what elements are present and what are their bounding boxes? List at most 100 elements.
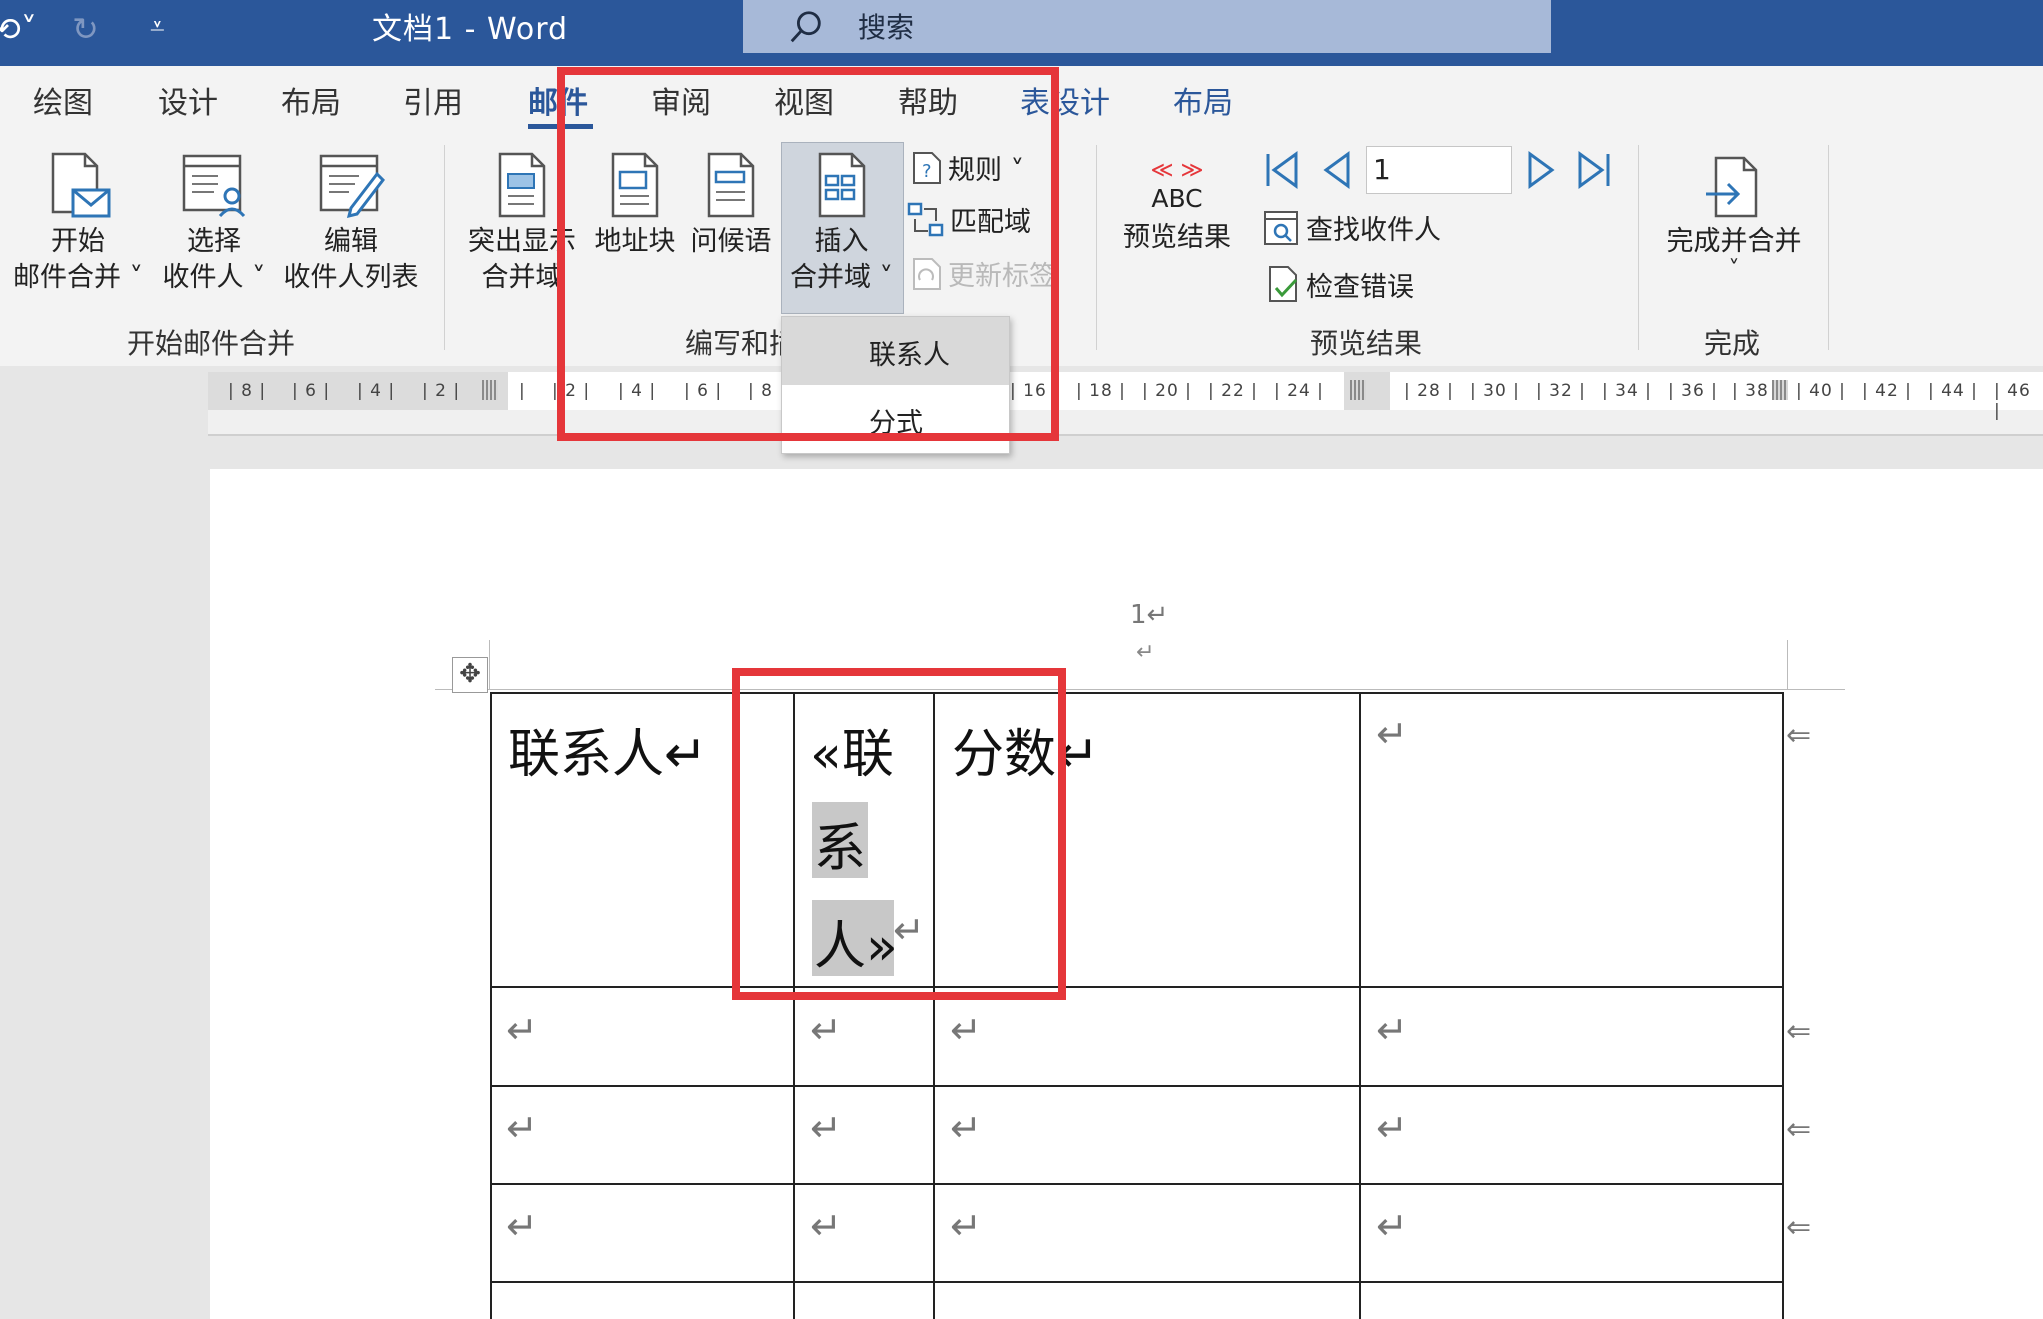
previous-record-icon[interactable] [1318, 150, 1354, 190]
cell-return-mark: ↵ [950, 1106, 982, 1150]
cell-return-mark: ↵ [506, 1204, 538, 1248]
document-page[interactable] [210, 469, 2043, 1319]
table-border [1782, 692, 1784, 1319]
select-recipients-icon [182, 154, 246, 218]
cell-return-mark: ↵ [1376, 1008, 1408, 1052]
row-end-mark: ⇐ [1786, 718, 1812, 753]
window-title: 文档1 - Word [372, 12, 569, 47]
ruler-label: | 42 | [1862, 381, 1912, 401]
ruler-label: | 20 | [1142, 381, 1192, 401]
last-record-icon[interactable] [1574, 150, 1614, 190]
finish-merge-dropdown-icon: ˅ [1728, 257, 1740, 282]
highlight-box-ribbon [557, 67, 1059, 441]
preview-results-group-label: 预览结果 [1310, 327, 1423, 360]
ruler-label: | 40 | [1796, 381, 1846, 401]
first-record-icon[interactable] [1262, 150, 1302, 190]
header-separator [435, 689, 1845, 690]
tab-draw[interactable]: 绘图 [33, 78, 93, 122]
edit-recipient-list-button[interactable]: 编辑 收件人列表 [276, 150, 426, 296]
mail-merge-document-icon [51, 152, 111, 218]
check-errors-icon [1269, 266, 1298, 302]
table-border [490, 1183, 1784, 1185]
preview-results-label: 预览结果 [1123, 222, 1231, 253]
group-separator [444, 145, 445, 350]
edit-recipient-list-label-2: 收件人列表 [283, 262, 419, 293]
ruler-label: | 36 | [1668, 381, 1718, 401]
cell-return-mark: ↵ [506, 1106, 538, 1150]
ruler-label: | 22 | [1208, 381, 1258, 401]
cell-return-mark: ↵ [1376, 712, 1408, 756]
search-box[interactable]: 搜索 [743, 0, 1551, 53]
header-page-number: 1↵ [1130, 600, 1169, 630]
ruler-label: | 24 | [1274, 381, 1324, 401]
tab-references[interactable]: 引用 [403, 78, 463, 122]
group-separator [1828, 145, 1829, 350]
ruler-column-marker[interactable] [1350, 380, 1366, 400]
header-corner-mark [1787, 640, 1788, 690]
tab-layout[interactable]: 布局 [281, 78, 341, 122]
ruler-label: | 8 | [228, 381, 267, 401]
table-move-handle-icon[interactable]: ✥ [452, 657, 488, 693]
start-mail-merge-label-2: 邮件合并 ˅ [12, 262, 144, 293]
preview-results-button[interactable]: ≪ ≫ ABC 预览结果 [1116, 158, 1238, 256]
table-border [490, 986, 1784, 988]
ruler-label: | 4 | [357, 381, 396, 401]
customize-quick-access-icon[interactable]: ⩡ [150, 12, 165, 43]
table-border [490, 1085, 1784, 1087]
ruler-label: | 28 | [1404, 381, 1454, 401]
ruler-column-marker[interactable] [1772, 380, 1788, 400]
cell-return-mark: ↵ [950, 1204, 982, 1248]
start-mail-merge-button[interactable]: 开始 邮件合并 ˅ [4, 150, 152, 296]
finish-group-label: 完成 [1704, 327, 1761, 360]
redo-icon[interactable]: ↻ [72, 10, 99, 48]
cell-return-mark: ↵ [1376, 1106, 1408, 1150]
cell-return-mark: ↵ [810, 1008, 842, 1052]
undo-icon[interactable]: ⟲˅ [0, 10, 37, 48]
finish-and-merge-button[interactable]: 完成并合并 ˅ [1652, 150, 1816, 282]
table-border [490, 1281, 1784, 1283]
group-separator [1638, 145, 1639, 350]
search-placeholder: 搜索 [858, 11, 915, 44]
cell-return-mark: ↵ [1376, 1204, 1408, 1248]
check-errors-button[interactable]: 检查错误 [1266, 264, 1414, 304]
table-border [1359, 692, 1361, 1319]
table-border [490, 692, 1784, 694]
ruler-tick: | [519, 381, 526, 401]
cell-return-mark: ↵ [810, 1204, 842, 1248]
title-bar: ⟲˅ ↻ ⩡ 文档1 - Word 搜索 [0, 0, 2043, 66]
table-border [490, 692, 492, 1319]
next-record-icon[interactable] [1524, 150, 1560, 190]
search-icon [790, 11, 821, 43]
ruler-label: | 2 | [422, 381, 461, 401]
select-recipients-label-2: 收件人 ˅ [162, 262, 266, 293]
table-cell-contact[interactable]: 联系人↵ [508, 712, 708, 787]
finish-merge-icon [1706, 156, 1758, 218]
ruler-label: | 44 | [1928, 381, 1978, 401]
ruler-shadow [208, 410, 2043, 436]
ruler-label: | 34 | [1602, 381, 1652, 401]
edit-recipient-list-icon [319, 154, 385, 219]
highlight-fields-icon [498, 152, 546, 218]
header-return-mark: ↵ [1136, 640, 1155, 665]
ruler-label: | 32 | [1536, 381, 1586, 401]
row-end-mark: ⇐ [1786, 1210, 1812, 1245]
group-separator [1096, 145, 1097, 350]
cell-return-mark: ↵ [950, 1008, 982, 1052]
ruler-label: | 6 | [292, 381, 331, 401]
cell-return-mark: ↵ [506, 1008, 538, 1052]
ruler-left-margin-marker[interactable] [482, 380, 498, 400]
tab-table-layout[interactable]: 布局 [1173, 78, 1233, 122]
ruler-label: | 46 | [1994, 381, 2031, 421]
find-recipient-label: 查找收件人 [1306, 215, 1441, 246]
check-errors-label: 检查错误 [1306, 271, 1414, 303]
row-end-mark: ⇐ [1786, 1112, 1812, 1147]
edit-recipient-list-label-1: 编辑 [324, 226, 378, 257]
tab-design[interactable]: 设计 [158, 78, 218, 122]
find-recipient-button[interactable]: 查找收件人 [1262, 208, 1441, 247]
start-mail-merge-label-1: 开始 [51, 226, 105, 257]
header-corner-mark [489, 640, 490, 690]
select-recipients-button[interactable]: 选择 收件人 ˅ [155, 150, 273, 296]
record-number-input[interactable]: 1 [1366, 146, 1512, 194]
ruler-label: | 18 | [1076, 381, 1126, 401]
preview-abc-label: ABC [1151, 184, 1203, 213]
